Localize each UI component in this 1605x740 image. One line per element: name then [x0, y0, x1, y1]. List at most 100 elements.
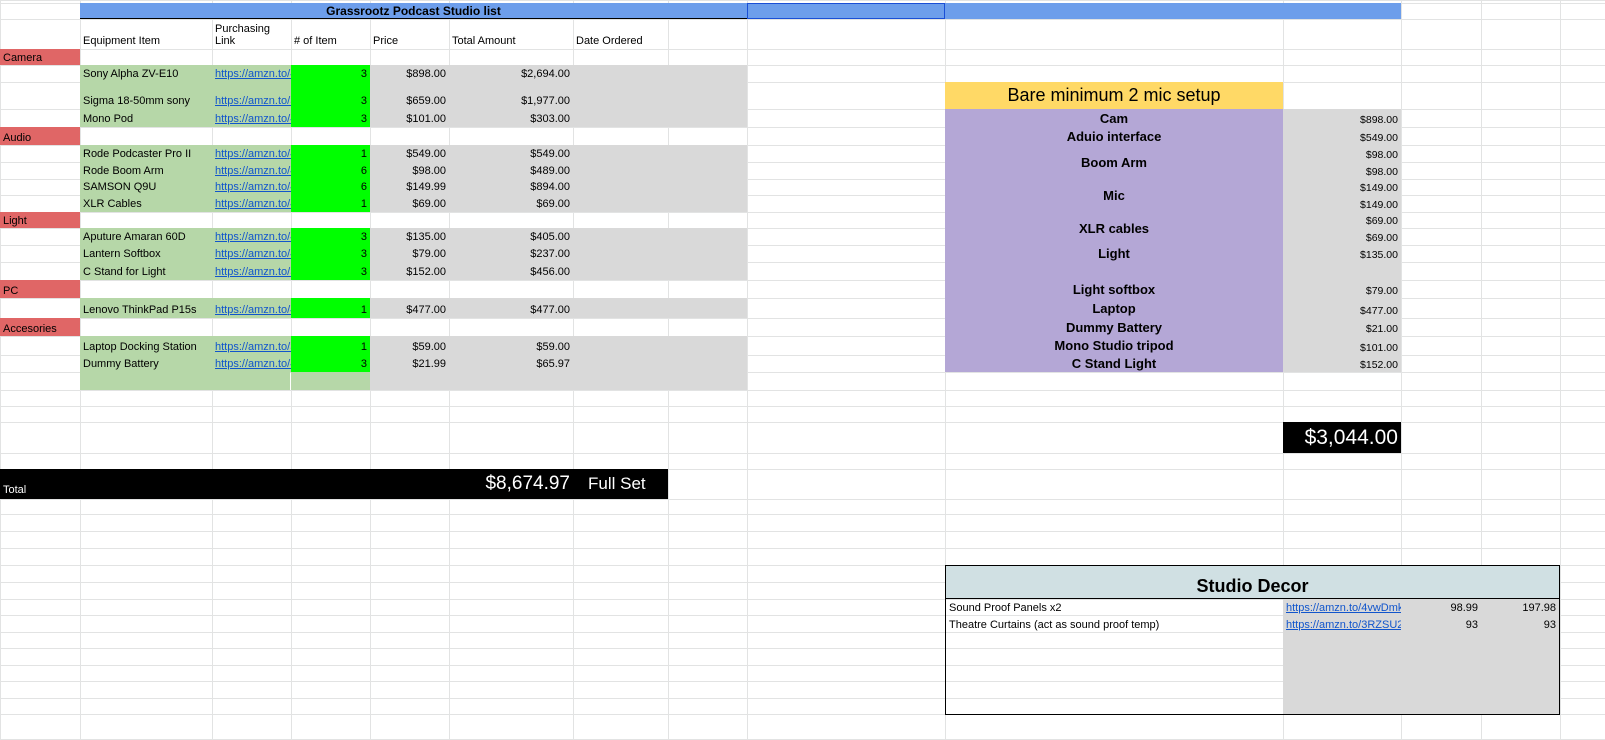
item-total: $477.00 — [449, 298, 573, 318]
item-price: $477.00 — [370, 298, 449, 318]
header-band — [945, 3, 1401, 19]
minimum-price: $152.00 — [1283, 355, 1401, 372]
total-label: Total — [0, 469, 80, 499]
item-link[interactable]: https://amzn.to/4 — [212, 245, 291, 262]
category-label-text: Audio — [3, 131, 32, 144]
item-qty: 3 — [291, 245, 370, 262]
category-label: Light — [0, 212, 80, 228]
minimum-price: $898.00 — [1283, 109, 1401, 127]
header-link-text: Purchasing Link — [215, 22, 271, 47]
decor-item-link-text: https://amzn.to/4vwDmkV — [1286, 601, 1401, 614]
item-name: Aputure Amaran 60D — [80, 228, 212, 245]
decor-item-link[interactable]: https://amzn.to/4vwDmkV — [1283, 599, 1401, 615]
sheet-title-text: Grassrootz Podcast Studio list — [326, 3, 501, 18]
item-total-text: $237.00 — [530, 248, 570, 260]
item-link[interactable]: https://amzn.to/4 — [212, 195, 291, 212]
header-item: Equipment Item — [80, 19, 212, 49]
item-link[interactable]: https://amzn.to/3 — [212, 82, 291, 109]
minimum-price: $21.00 — [1283, 318, 1401, 336]
minimum-price: $79.00 — [1283, 280, 1401, 298]
decor-item-link[interactable]: https://amzn.to/3RZSU2c — [1283, 615, 1401, 632]
minimum-price: $98.00 — [1283, 145, 1401, 162]
item-total-text: $59.00 — [536, 341, 570, 353]
item-name: XLR Cables — [80, 195, 212, 212]
item-link-text: https://amzn.to/4 — [215, 247, 291, 260]
minimum-price: $101.00 — [1283, 336, 1401, 355]
total-value: $8,674.97 — [449, 469, 573, 499]
item-link-text: https://amzn.to/3 — [215, 94, 291, 107]
item-link[interactable]: https://amzn.to/4 — [212, 298, 291, 318]
item-price: $21.99 — [370, 355, 449, 372]
item-price-text: $98.00 — [412, 165, 446, 177]
item-total: $237.00 — [449, 245, 573, 262]
item-link[interactable]: https://amzn.to/4 — [212, 162, 291, 179]
minimum-price: $69.00 — [1283, 212, 1401, 228]
empty-item — [80, 372, 290, 390]
spreadsheet-grid[interactable]: Grassrootz Podcast Studio list Equipment … — [0, 0, 1605, 740]
item-name-text: Lantern Softbox — [83, 247, 161, 260]
decor-title-text: Studio Decor — [1196, 575, 1309, 596]
category-label: Audio — [0, 127, 80, 145]
minimum-price-text: $69.00 — [1365, 232, 1398, 244]
item-link[interactable]: https://amzn.to/3 — [212, 336, 291, 355]
header-total: Total Amount — [449, 19, 573, 49]
item-price-text: $477.00 — [406, 304, 446, 316]
category-label: Camera — [0, 49, 80, 65]
item-link-text: https://amzn.to/3 — [215, 340, 291, 353]
item-link-text: https://amzn.to/4 — [215, 67, 291, 80]
minimum-item-text: Mono Studio tripod — [1054, 338, 1174, 353]
minimum-item-text: XLR cables — [1078, 221, 1150, 236]
minimum-price-text: $21.00 — [1365, 323, 1398, 335]
item-total: $303.00 — [449, 109, 573, 127]
item-qty: 1 — [291, 195, 370, 212]
minimum-item-text: Aduio interface — [1066, 128, 1162, 144]
item-price: $101.00 — [370, 109, 449, 127]
item-total: $1,977.00 — [449, 82, 573, 109]
item-link-text: https://amzn.to/4 — [215, 112, 291, 125]
item-date — [573, 228, 747, 245]
item-link[interactable]: https://amzn.to/3 — [212, 262, 291, 280]
item-link[interactable]: https://amzn.to/4 — [212, 145, 291, 162]
item-price-text: $69.00 — [412, 198, 446, 210]
minimum-item: Light — [945, 245, 1283, 262]
item-qty: 3 — [291, 82, 370, 109]
header-price-text: Price — [373, 34, 399, 47]
item-qty-text: 1 — [360, 304, 367, 316]
item-price-text: $21.99 — [412, 358, 446, 370]
item-total-text: $69.00 — [536, 198, 570, 210]
minimum-item: XLR cables — [945, 212, 1283, 245]
item-total-text: $477.00 — [530, 304, 570, 316]
item-qty-text: 1 — [360, 341, 367, 353]
minimum-price-text: $79.00 — [1365, 285, 1398, 297]
item-price: $898.00 — [370, 65, 449, 82]
item-total: $489.00 — [449, 162, 573, 179]
decor-item-name: Theatre Curtains (act as sound proof tem… — [946, 615, 1283, 632]
header-date-text: Date Ordered — [576, 34, 643, 47]
item-name: Dummy Battery — [80, 355, 212, 372]
item-link-text: https://amzn.to/4 — [215, 164, 291, 177]
total-note: Full Set — [573, 469, 668, 499]
item-name-text: Laptop Docking Station — [83, 340, 197, 353]
item-link[interactable]: https://amzn.to/4 — [212, 179, 291, 195]
item-qty: 6 — [291, 162, 370, 179]
item-date — [573, 109, 747, 127]
item-date — [573, 145, 747, 162]
item-qty: 3 — [291, 109, 370, 127]
decor-item-price-text: 93 — [1465, 619, 1478, 631]
item-link[interactable]: https://amzn.to/4 — [212, 109, 291, 127]
item-total-text: $549.00 — [530, 148, 570, 160]
item-link[interactable]: https://amzn.to/4 — [212, 65, 291, 82]
item-total: $549.00 — [449, 145, 573, 162]
item-link[interactable]: https://amzn.to/4 — [212, 228, 291, 245]
minimum-item: Mic — [945, 179, 1283, 212]
minimum-item-empty — [945, 262, 1283, 280]
item-link[interactable]: https://amzn.to/4 — [212, 355, 291, 372]
decor-item-link-text: https://amzn.to/3RZSU2c — [1286, 618, 1401, 631]
item-date — [573, 179, 747, 195]
item-qty-text: 3 — [360, 358, 367, 370]
minimum-price: $149.00 — [1283, 195, 1401, 212]
item-date — [573, 262, 747, 280]
item-link-text: https://amzn.to/3 — [215, 265, 291, 278]
item-date — [573, 355, 747, 372]
item-name: SAMSON Q9U — [80, 179, 212, 195]
